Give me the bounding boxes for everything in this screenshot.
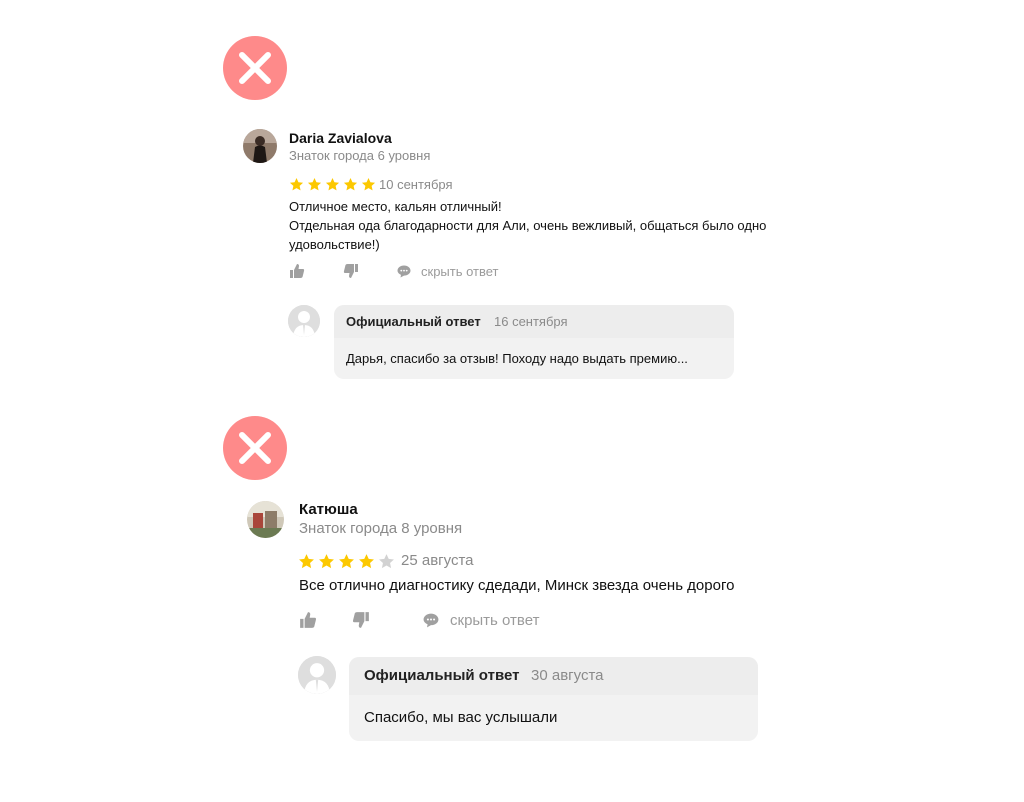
review-actions: скрыть ответ [289, 263, 499, 279]
hide-reply-label: скрыть ответ [450, 611, 540, 629]
author-name[interactable]: Daria Zavialova [289, 130, 392, 146]
author-level: Знаток города 6 уровня [289, 148, 431, 163]
reply-text: Дарья, спасибо за отзыв! Походу надо выд… [346, 351, 688, 366]
author-level: Знаток города 8 уровня [299, 520, 463, 537]
star-empty-icon [379, 554, 394, 569]
reply-text: Спасибо, мы вас услышали [364, 709, 558, 726]
thumbs-down-icon[interactable] [352, 611, 370, 629]
avatar[interactable] [247, 501, 284, 538]
star-filled-icon [343, 177, 358, 191]
review-text: Все отлично диагностику сдедади, Минск з… [299, 576, 734, 596]
star-filled-icon [339, 554, 354, 569]
reply-title: Официальный ответ [346, 314, 481, 329]
reject-x-icon [223, 36, 287, 100]
star-filled-icon [361, 177, 376, 191]
reply-date: 30 августа [531, 667, 604, 684]
thumbs-up-icon[interactable] [299, 611, 317, 629]
hide-reply-label: скрыть ответ [421, 263, 499, 279]
thumbs-up-icon[interactable] [289, 263, 305, 279]
review-text-line: удовольствие!) [289, 237, 380, 252]
avatar[interactable] [243, 129, 277, 163]
review-actions: скрыть ответ [299, 611, 539, 629]
review-text-line: Отличное место, кальян отличный! [289, 199, 502, 214]
rating-stars [298, 553, 395, 570]
hide-reply-link[interactable]: скрыть ответ [423, 612, 539, 629]
comment-icon [397, 265, 411, 277]
official-reply: Официальный ответ 16 сентября Дарья, спа… [334, 305, 734, 379]
rating-stars [289, 177, 376, 192]
business-avatar [288, 305, 320, 337]
review-text-line: Отдельная ода благодарности для Али, оче… [289, 218, 767, 233]
star-filled-icon [319, 554, 334, 569]
star-filled-icon [307, 177, 322, 191]
star-filled-icon [299, 554, 314, 569]
thumbs-down-icon[interactable] [343, 263, 359, 279]
author-name[interactable]: Катюша [299, 501, 358, 518]
reject-x-icon [223, 416, 287, 480]
star-filled-icon [289, 177, 304, 191]
review-date: 25 августа [401, 552, 474, 569]
review-text-line: Все отлично диагностику сдедади, Минск з… [299, 577, 735, 594]
hide-reply-link[interactable]: скрыть ответ [397, 264, 499, 279]
star-filled-icon [359, 554, 374, 569]
reply-title: Официальный ответ [364, 667, 520, 684]
star-filled-icon [325, 177, 340, 191]
reply-date: 16 сентября [494, 314, 568, 329]
official-reply: Официальный ответ 30 августа Спасибо, мы… [349, 657, 758, 741]
business-avatar [298, 656, 336, 694]
review-date: 10 сентября [379, 177, 453, 192]
comment-icon [423, 613, 439, 627]
review-text: Отличное место, кальян отличный! Отдельн… [289, 197, 766, 254]
